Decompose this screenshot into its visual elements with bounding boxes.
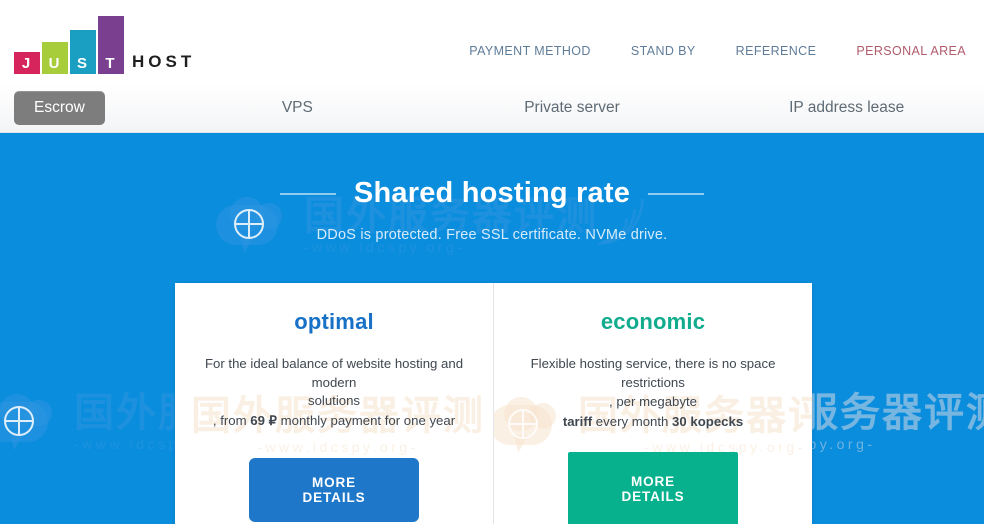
plan-desc-line-2: restrictions <box>621 374 685 390</box>
watermark-url: -www.idcspy.org- <box>257 438 419 455</box>
plan-tariff-line: tariff every month 30 kopecks <box>512 413 794 432</box>
tab-escrow-label: Escrow <box>14 91 105 125</box>
hero-rule-right <box>648 192 705 195</box>
hero-subtitle: DDoS is protected. Free SSL certificate.… <box>316 227 668 243</box>
nav-link-reference[interactable]: REFERENCE <box>736 44 817 58</box>
plan-title-optimal: optimal <box>294 309 374 334</box>
plan-desc-line-1: Flexible hosting service, there is no sp… <box>530 356 776 371</box>
plan-tariff-mid: every month <box>592 414 673 430</box>
page-root: J U S T HOST PAYMENT METHOD STAND BY REF… <box>0 0 984 524</box>
more-details-button-economic[interactable]: MORE DETAILS <box>568 452 738 524</box>
logo-letter-j: J <box>21 55 31 72</box>
plan-tariff-word: tariff <box>562 414 593 430</box>
logo-letter-s: S <box>76 55 87 72</box>
tab-private-server[interactable]: Private server <box>435 99 710 117</box>
top-navigation: PAYMENT METHOD STAND BY REFERENCE PERSON… <box>469 26 970 58</box>
tab-ip-address-lease[interactable]: IP address lease <box>709 99 984 117</box>
plan-price-prefix: , from <box>212 413 251 429</box>
more-details-button-optimal[interactable]: MORE DETAILS <box>249 458 419 522</box>
plan-desc-line-1: For the ideal balance of website hosting… <box>204 356 464 390</box>
hero-rule-left <box>279 192 336 195</box>
nav-link-personal-area[interactable]: PERSONAL AREA <box>856 44 966 58</box>
sub-navigation: Escrow VPS Private server IP address lea… <box>0 84 984 133</box>
logo-bar-2: U <box>42 42 68 74</box>
logo-bars: J U S T <box>14 16 126 74</box>
plan-desc-line-2: solutions <box>307 393 361 409</box>
logo-bar-1: J <box>14 52 40 74</box>
site-logo[interactable]: J U S T HOST <box>14 16 195 74</box>
hero-title: Shared hosting rate <box>353 177 631 209</box>
plan-desc-line-3: , per megabyte <box>609 394 697 410</box>
logo-bar-4: T <box>98 16 124 74</box>
plan-price-value: 69 ₽ <box>250 413 277 429</box>
plan-tariff-value: 30 kopecks <box>672 414 744 430</box>
watermark-cloud-icon <box>175 395 181 459</box>
nav-link-payment-method[interactable]: PAYMENT METHOD <box>469 44 591 58</box>
site-header: J U S T HOST PAYMENT METHOD STAND BY REF… <box>0 0 984 84</box>
logo-bar-3: S <box>70 30 96 74</box>
pricing-cards: 国外服务器评测 -www.idcspy.org- optimal For the… <box>175 283 812 524</box>
plan-card-economic: 国外服务器评测 -www.idcspy.org- economic Flexib… <box>493 283 812 524</box>
tab-escrow[interactable]: Escrow <box>0 91 160 125</box>
plan-price-suffix: monthly payment for one year <box>276 413 456 429</box>
logo-letter-t: T <box>105 55 115 72</box>
hero-section: Shared hosting rate DDoS is protected. F… <box>0 133 984 524</box>
plan-description-economic: Flexible hosting service, there is no sp… <box>512 355 794 432</box>
plan-description-optimal: For the ideal balance of website hosting… <box>193 355 475 431</box>
tab-vps[interactable]: VPS <box>160 99 435 117</box>
logo-wordmark: HOST <box>132 52 196 71</box>
logo-letter-u: U <box>48 55 60 72</box>
plan-price-line: , from 69 ₽ monthly payment for one year <box>193 412 475 431</box>
plan-card-optimal: 国外服务器评测 -www.idcspy.org- optimal For the… <box>175 283 493 524</box>
hero-content: Shared hosting rate DDoS is protected. F… <box>0 133 984 243</box>
hero-title-row: Shared hosting rate <box>0 133 984 210</box>
nav-link-stand-by[interactable]: STAND BY <box>631 44 696 58</box>
plan-title-economic: economic <box>600 309 706 334</box>
